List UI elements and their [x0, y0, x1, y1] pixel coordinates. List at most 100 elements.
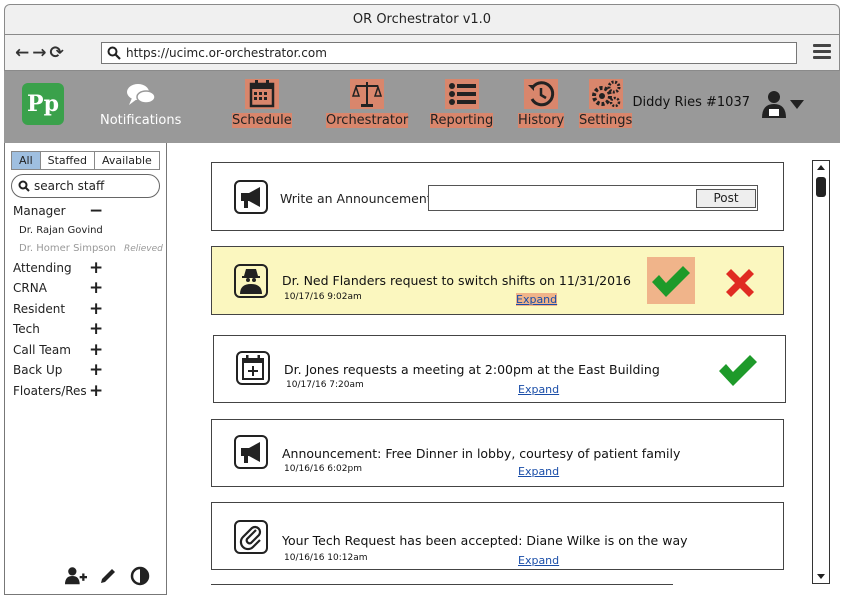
contrast-icon[interactable]: [129, 566, 151, 586]
group-label: Back Up: [13, 363, 63, 377]
group-crna[interactable]: CRNA +: [13, 278, 163, 299]
scroll-down-icon[interactable]: [817, 574, 825, 579]
calendar-icon: [244, 79, 279, 109]
expand-icon[interactable]: +: [89, 360, 103, 380]
notification-text: Dr. Ned Flanders request to switch shift…: [282, 273, 631, 288]
group-floaters[interactable]: Floaters/Res +: [13, 381, 163, 402]
nav-label: Notifications: [100, 113, 182, 128]
post-button[interactable]: Post: [696, 189, 756, 208]
announcement-composer: Write an Announcement: Post: [211, 162, 784, 231]
notification-text: Announcement: Free Dinner in lobby, cour…: [282, 446, 681, 461]
doctor-avatar-icon[interactable]: [760, 89, 788, 119]
collapse-icon[interactable]: −: [89, 201, 103, 221]
nav-history[interactable]: History: [518, 79, 565, 128]
next-card-edge: [211, 584, 673, 585]
nav-label: Settings: [579, 113, 633, 128]
notification-item: Your Tech Request has been accepted: Dia…: [211, 502, 784, 570]
notification-text: Dr. Jones requests a meeting at 2:00pm a…: [284, 362, 660, 377]
announcement-label: Write an Announcement:: [280, 191, 436, 206]
nav-reporting[interactable]: Reporting: [430, 79, 494, 128]
expand-link[interactable]: Expand: [516, 293, 558, 306]
staff-name: Dr. Homer Simpson: [19, 242, 116, 254]
window-title: OR Orchestrator v1.0: [352, 12, 492, 27]
forward-arrow-icon[interactable]: →: [32, 43, 49, 63]
expand-link[interactable]: Expand: [518, 554, 559, 567]
group-label: Resident: [13, 301, 66, 316]
group-resident[interactable]: Resident +: [13, 299, 163, 320]
notifications-feed: Write an Announcement: Post Dr. Ned Flan…: [167, 143, 840, 595]
reload-icon[interactable]: ⟳: [50, 43, 67, 63]
notification-item: Announcement: Free Dinner in lobby, cour…: [211, 419, 784, 487]
group-label: Manager: [13, 204, 66, 218]
expand-icon[interactable]: +: [89, 340, 103, 360]
expand-link[interactable]: Expand: [518, 383, 559, 396]
gears-icon: [588, 79, 623, 109]
staff-member[interactable]: Dr. Homer Simpson Relieved: [13, 240, 163, 258]
group-call-team[interactable]: Call Team +: [13, 340, 163, 361]
staff-filter-tabs: All Staffed Available: [11, 151, 160, 170]
nav-label: Schedule: [232, 113, 292, 128]
feed-scrollbar[interactable]: [812, 160, 830, 584]
notification-time: 10/17/16 9:02am: [284, 292, 362, 302]
staff-name: Dr. Rajan Govind: [19, 224, 103, 236]
nav-label: History: [518, 113, 565, 128]
group-back-up[interactable]: Back Up +: [13, 360, 163, 381]
search-placeholder: search staff: [34, 179, 105, 193]
tab-all[interactable]: All: [11, 151, 41, 170]
expand-link[interactable]: Expand: [518, 465, 559, 478]
group-label: Call Team: [13, 342, 71, 357]
tab-available[interactable]: Available: [94, 151, 160, 170]
pencil-icon[interactable]: [97, 566, 119, 586]
expand-icon[interactable]: +: [89, 381, 103, 401]
nav-settings[interactable]: Settings: [579, 79, 633, 128]
staff-sidebar: All Staffed Available search staff Manag…: [4, 143, 167, 595]
sidebar-tools: [65, 566, 151, 586]
scroll-thumb[interactable]: [816, 177, 826, 197]
history-icon: [524, 79, 559, 109]
tab-staffed[interactable]: Staffed: [39, 151, 96, 170]
scroll-up-icon[interactable]: [817, 165, 825, 170]
megaphone-icon: [234, 180, 268, 214]
add-user-icon[interactable]: [65, 566, 87, 586]
notification-item: Dr. Jones requests a meeting at 2:00pm a…: [213, 335, 786, 403]
staff-search-input[interactable]: search staff: [11, 174, 160, 198]
window-titlebar: OR Orchestrator v1.0: [4, 4, 840, 34]
expand-icon[interactable]: +: [89, 299, 103, 319]
group-tech[interactable]: Tech +: [13, 319, 163, 340]
checkmark-icon[interactable]: [649, 263, 693, 299]
group-attending[interactable]: Attending +: [13, 258, 163, 279]
search-icon: [107, 46, 121, 60]
checkmark-icon[interactable]: [716, 352, 760, 388]
megaphone-icon: [234, 435, 268, 469]
list-icon: [444, 79, 479, 109]
expand-icon[interactable]: +: [89, 278, 103, 298]
chat-bubbles-icon: [126, 84, 156, 105]
group-label: Attending: [13, 260, 72, 275]
app-logo[interactable]: Pp: [22, 83, 64, 125]
group-label: CRNA: [13, 281, 47, 295]
browser-toolbar: ←→⟳ https://ucimc.or-orchestrator.com: [4, 34, 840, 71]
group-label: Floaters/Res: [13, 383, 87, 398]
reject-x-icon[interactable]: [722, 265, 758, 301]
expand-icon[interactable]: +: [89, 258, 103, 278]
nav-orchestrator[interactable]: Orchestrator: [326, 79, 409, 128]
spy-icon: [234, 264, 268, 298]
calendar-plus-icon: [236, 351, 270, 385]
menu-icon[interactable]: [813, 44, 831, 60]
notification-time: 10/16/16 6:02pm: [284, 464, 362, 474]
nav-notifications[interactable]: Notifications: [100, 79, 181, 128]
staff-status: Relieved: [123, 243, 163, 254]
group-label: Tech: [13, 322, 40, 336]
staff-member[interactable]: Dr. Rajan Govind: [13, 222, 163, 240]
staff-groups: Manager − Dr. Rajan Govind Dr. Homer Simp…: [13, 201, 163, 401]
chevron-down-icon[interactable]: [790, 100, 804, 109]
nav-label: Reporting: [430, 113, 494, 128]
scales-icon: [350, 79, 385, 109]
user-name[interactable]: Diddy Ries #1037: [633, 95, 750, 110]
expand-icon[interactable]: +: [89, 319, 103, 339]
nav-schedule[interactable]: Schedule: [232, 79, 292, 128]
group-manager[interactable]: Manager −: [13, 201, 163, 222]
notification-time: 10/16/16 10:12am: [284, 553, 368, 563]
back-arrow-icon[interactable]: ←: [15, 43, 32, 63]
url-bar[interactable]: https://ucimc.or-orchestrator.com: [101, 42, 797, 64]
